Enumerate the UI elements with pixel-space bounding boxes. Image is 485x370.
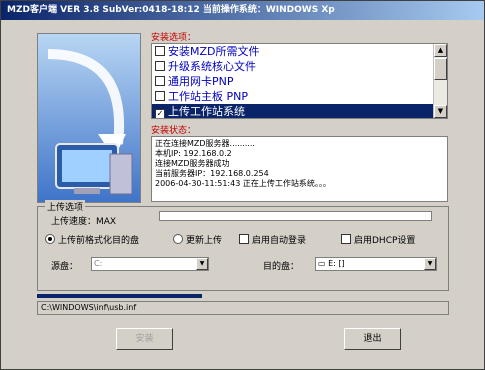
- install-status-label: 安装状态：: [151, 126, 197, 136]
- drive-icon: ▭: [318, 259, 329, 268]
- checkbox-icon[interactable]: [155, 46, 165, 56]
- list-item[interactable]: 安装MZD所需文件: [152, 44, 447, 59]
- radio-on-icon[interactable]: [45, 234, 55, 244]
- status-log: 正在连接MZD服务器.......... 本机IP: 192.168.0.2 连…: [151, 136, 448, 202]
- log-line: 本机IP: 192.168.0.2: [155, 149, 232, 158]
- checkbox-icon[interactable]: [155, 76, 165, 86]
- target-disk-label: 目的盘：: [263, 262, 300, 272]
- checkbox-checked-icon[interactable]: ✓: [155, 109, 165, 118]
- exit-button[interactable]: 退出: [344, 328, 401, 350]
- upload-speed-bar: [159, 211, 432, 221]
- radio-update-option[interactable]: 更新上传: [173, 233, 222, 246]
- list-item-selected[interactable]: ✓ 上传工作站系统: [152, 104, 447, 118]
- upload-options-legend: 上传选项: [45, 200, 86, 213]
- autologin-checkbox[interactable]: 启用自动登录: [239, 233, 306, 246]
- scroll-down-icon[interactable]: ▼: [434, 105, 447, 118]
- setup-graphic: [37, 33, 141, 203]
- install-button[interactable]: 安装: [116, 328, 173, 350]
- log-line: 2006-04-30-11:51:43 正在上传工作站系统。。。: [155, 179, 331, 188]
- list-item[interactable]: 通用网卡PNP: [152, 74, 447, 89]
- upload-speed-label: 上传速度：MAX: [51, 217, 117, 227]
- log-line: 当前服务器IP：192.168.0.254: [155, 169, 269, 178]
- current-file-path: C:\WINDOWS\inf\usb.inf: [37, 301, 449, 315]
- overall-progress-bar: [37, 294, 202, 298]
- scroll-thumb[interactable]: [434, 58, 447, 80]
- checkbox-icon[interactable]: [155, 61, 165, 71]
- install-options-label: 安装选项：: [151, 33, 197, 43]
- list-scrollbar[interactable]: ▲ ▼: [433, 44, 447, 118]
- install-options-list[interactable]: 安装MZD所需文件 升级系统核心文件 通用网卡PNP 工作站主板 PNP ✓ 上传…: [151, 43, 448, 119]
- source-disk-select[interactable]: C: ▼: [91, 257, 209, 271]
- radio-format-option[interactable]: 上传前格式化目的盘: [45, 233, 139, 246]
- dhcp-checkbox[interactable]: 启用DHCP设置: [341, 233, 415, 246]
- checkbox-icon[interactable]: [239, 234, 249, 244]
- scroll-up-icon[interactable]: ▲: [434, 44, 447, 57]
- computer-upload-icon: [47, 49, 133, 195]
- source-disk-label: 源盘：: [51, 262, 79, 272]
- installer-window: MZD客户端 VER 3.8 SubVer:0418-18:12 当前操作系统：…: [0, 0, 485, 370]
- list-item[interactable]: 工作站主板 PNP: [152, 89, 447, 104]
- checkbox-icon[interactable]: [341, 234, 351, 244]
- checkbox-icon[interactable]: [155, 91, 165, 101]
- window-title: MZD客户端 VER 3.8 SubVer:0418-18:12 当前操作系统：…: [7, 5, 335, 15]
- log-line: 连接MZD服务器成功: [155, 159, 230, 168]
- chevron-down-icon[interactable]: ▼: [196, 258, 208, 270]
- radio-off-icon[interactable]: [173, 234, 183, 244]
- chevron-down-icon[interactable]: ▼: [424, 258, 436, 270]
- target-disk-select[interactable]: ▭ E: [] ▼: [315, 257, 437, 271]
- list-item[interactable]: 升级系统核心文件: [152, 59, 447, 74]
- title-bar: MZD客户端 VER 3.8 SubVer:0418-18:12 当前操作系统：…: [1, 1, 484, 20]
- log-line: 正在连接MZD服务器..........: [155, 139, 255, 148]
